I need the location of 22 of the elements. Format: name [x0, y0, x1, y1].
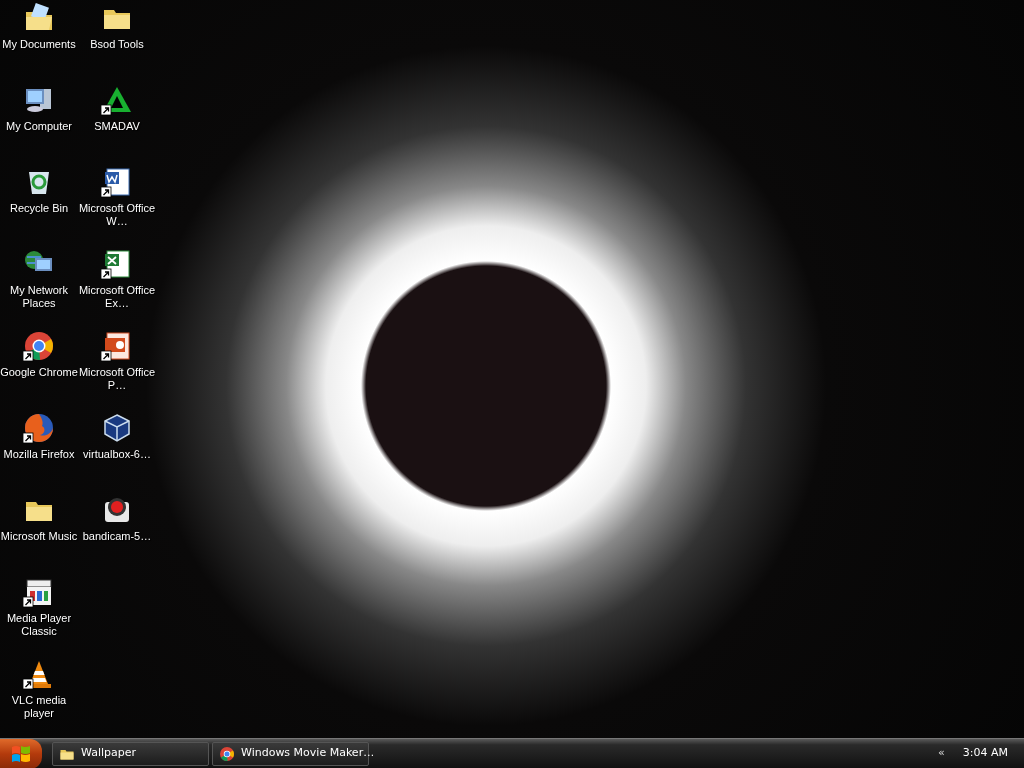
- desktop-icon-label[interactable]: Microsoft Music: [0, 530, 78, 543]
- chrome-icon: [219, 745, 235, 762]
- clock: 3:04 AM: [962, 745, 1008, 762]
- desktop-icon-label[interactable]: Mozilla Firefox: [3, 448, 75, 461]
- desktop-icon-label[interactable]: Microsoft Office W…: [78, 202, 156, 228]
- desktop-icon-label[interactable]: Bsod Tools: [90, 38, 144, 51]
- desktop-icon-label[interactable]: VLC media player: [0, 694, 78, 720]
- desktop-icon-label[interactable]: Microsoft Office Ex…: [78, 284, 156, 310]
- desktop-icon-label[interactable]: Google Chrome: [0, 366, 78, 379]
- desktop-icon-label[interactable]: My Network Places: [0, 284, 78, 310]
- desktop-icon-label[interactable]: Recycle Bin: [9, 202, 69, 215]
- start-button[interactable]: [0, 738, 42, 768]
- show-hidden-icons-button[interactable]: «: [938, 745, 945, 762]
- desktop-icon-label[interactable]: bandicam-5…: [82, 530, 152, 543]
- desktop-icon-label[interactable]: Microsoft Office P…: [78, 366, 156, 392]
- taskbar-button[interactable]: Wallpaper: [52, 741, 209, 766]
- desktop-icon-label[interactable]: Media Player Classic: [0, 612, 78, 638]
- desktop-icon-label[interactable]: SMADAV: [94, 120, 140, 133]
- desktop-icon-label[interactable]: My Documents: [2, 38, 76, 51]
- desktop-icon-label[interactable]: My Computer: [6, 120, 72, 133]
- windows-flag-icon: [11, 744, 31, 763]
- desktop-icon-label[interactable]: virtualbox-6…: [83, 448, 151, 461]
